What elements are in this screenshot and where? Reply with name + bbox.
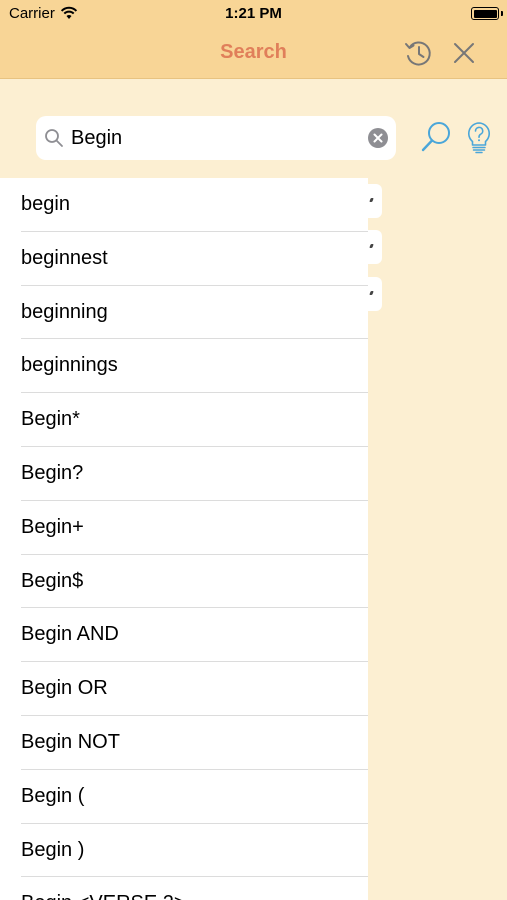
status-time: 1:21 PM	[225, 5, 282, 22]
search-input[interactable]	[71, 116, 361, 160]
suggestion-item[interactable]: beginning	[0, 286, 368, 340]
suggestion-item[interactable]: Begin <VERSE 2>	[0, 877, 368, 900]
clear-search-button[interactable]	[368, 128, 388, 148]
search-go-button[interactable]	[420, 120, 452, 154]
suggestion-item[interactable]: Begin OR	[0, 662, 368, 716]
suggestion-item[interactable]: Begin$	[0, 555, 368, 609]
suggestion-item[interactable]: begin	[0, 178, 368, 232]
close-button[interactable]	[452, 41, 476, 65]
history-button[interactable]	[403, 38, 433, 68]
clear-circle-icon	[368, 128, 388, 148]
search-field	[36, 116, 396, 160]
status-bar: Carrier 1:21 PM	[0, 0, 507, 28]
help-button[interactable]	[466, 121, 492, 155]
suggestion-item[interactable]: Begin (	[0, 770, 368, 824]
battery-tip	[501, 11, 503, 16]
close-x-icon	[454, 43, 474, 63]
suggestion-item[interactable]: Begin?	[0, 447, 368, 501]
suggestion-item[interactable]: Begin AND	[0, 608, 368, 662]
nav-bar: Search	[0, 28, 507, 79]
search-icon	[44, 128, 64, 153]
suggestion-item[interactable]: Begin+	[0, 501, 368, 555]
suggestion-item[interactable]: Begin*	[0, 393, 368, 447]
suggestion-item[interactable]: beginnings	[0, 339, 368, 393]
suggestion-item[interactable]: Begin )	[0, 824, 368, 878]
suggestion-item[interactable]: Begin NOT	[0, 716, 368, 770]
suggestion-item[interactable]: beginnest	[0, 232, 368, 286]
lightbulb-question-icon	[468, 122, 490, 154]
battery-icon	[471, 7, 499, 20]
history-clock-icon	[405, 41, 431, 66]
suggestion-list: begin beginnest beginning beginnings Beg…	[0, 178, 368, 900]
magnifier-icon	[421, 122, 450, 152]
